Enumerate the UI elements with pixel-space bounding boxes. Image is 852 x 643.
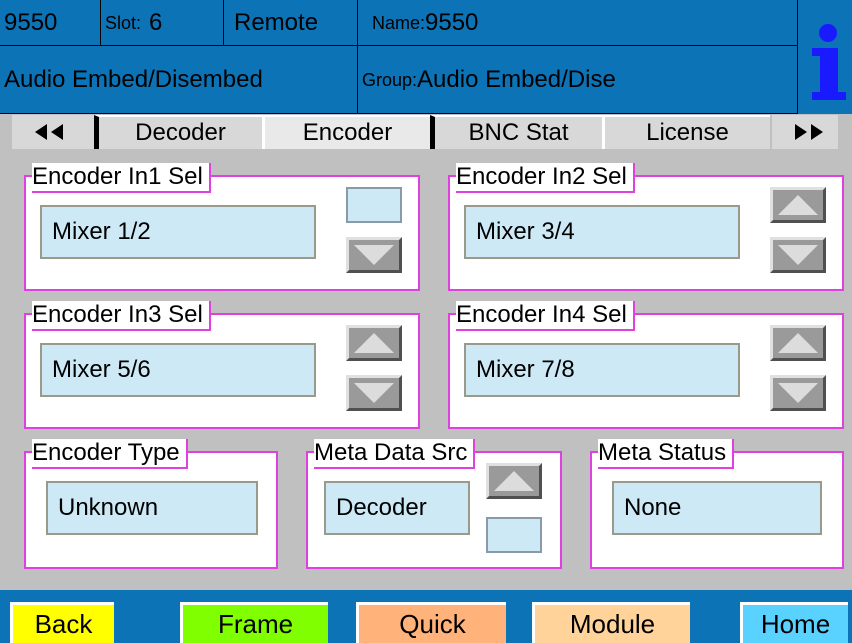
down-triangle-icon (354, 383, 394, 403)
up-triangle-icon (494, 471, 534, 491)
encoder-in4-label: Encoder In4 Sel (456, 301, 635, 331)
encoder-in2-label: Encoder In2 Sel (456, 163, 635, 193)
model-cell: 9550 (0, 0, 101, 46)
device-screen: 9550 Slot: 6 Remote Name: 9550 Audio Emb… (0, 0, 852, 643)
name-value: 9550 (425, 8, 479, 36)
down-triangle-icon (354, 245, 394, 265)
encoder-in3-up-button[interactable] (346, 325, 402, 361)
meta-status-panel: Meta Status None (590, 439, 844, 569)
frame-button-label: Frame (217, 608, 294, 639)
encoder-in3-label: Encoder In3 Sel (32, 301, 211, 331)
encoder-in1-label: Encoder In1 Sel (32, 163, 211, 193)
encoder-in1-panel: Encoder In1 Sel Mixer 1/2 (24, 163, 420, 291)
encoder-type-value: Unknown (46, 481, 258, 535)
double-right-arrow-icon (795, 124, 823, 140)
model-label: 9550 (4, 8, 58, 36)
group-value: Audio Embed/Dise (417, 65, 616, 93)
group-label: Group: (362, 69, 418, 90)
tab-prev-button[interactable] (12, 115, 94, 149)
slot-cell: Slot: 6 (101, 0, 224, 46)
tab-bnc-stat[interactable]: BNC Stat (430, 115, 602, 149)
group-cell: Group: Audio Embed/Dise (358, 46, 798, 114)
encoder-in3-panel: Encoder In3 Sel Mixer 5/6 (24, 301, 420, 429)
tab-decoder[interactable]: Decoder (94, 115, 262, 149)
down-triangle-icon (778, 383, 818, 403)
mode-cell: Remote (224, 0, 358, 46)
encoder-in2-panel: Encoder In2 Sel Mixer 3/4 (448, 163, 844, 291)
up-triangle-icon (778, 333, 818, 353)
slot-label: Slot: (105, 12, 142, 33)
meta-status-value: None (612, 481, 822, 535)
encoder-in1-up-button-blank[interactable] (346, 187, 402, 223)
meta-data-src-panel: Meta Data Src Decoder (306, 439, 562, 569)
name-cell: Name: 9550 (358, 0, 798, 46)
encoder-in4-panel: Encoder In4 Sel Mixer 7/8 (448, 301, 844, 429)
frame-button[interactable]: Frame (180, 602, 328, 643)
encoder-in4-down-button[interactable] (770, 375, 826, 411)
quick-button[interactable]: Quick (356, 602, 506, 643)
tab-bar: Decoder Encoder BNC Stat License (0, 115, 852, 155)
meta-data-src-label: Meta Data Src (314, 439, 476, 469)
encoder-in1-down-button[interactable] (346, 237, 402, 273)
encoder-in1-value[interactable]: Mixer 1/2 (40, 205, 316, 259)
home-button[interactable]: Home (740, 602, 848, 643)
tab-next-button[interactable] (772, 115, 838, 149)
back-button-label: Back (34, 608, 93, 639)
encoder-in2-value[interactable]: Mixer 3/4 (464, 205, 740, 259)
meta-data-src-down-button-blank[interactable] (486, 517, 542, 553)
info-button[interactable] (798, 0, 852, 114)
module-button-label: Module (569, 608, 656, 639)
tab-license-label: License (646, 119, 729, 146)
encoder-in4-value[interactable]: Mixer 7/8 (464, 343, 740, 397)
up-triangle-icon (778, 195, 818, 215)
encoder-type-panel: Encoder Type Unknown (24, 439, 278, 569)
info-icon (812, 24, 846, 100)
tab-encoder-label: Encoder (302, 119, 393, 146)
encoder-in4-up-button[interactable] (770, 325, 826, 361)
back-button[interactable]: Back (10, 602, 114, 643)
encoder-in3-value[interactable]: Mixer 5/6 (40, 343, 316, 397)
quick-button-label: Quick (399, 608, 466, 639)
double-left-arrow-icon (35, 124, 63, 140)
name-label: Name: (372, 12, 426, 33)
encoder-in3-down-button[interactable] (346, 375, 402, 411)
tab-license[interactable]: License (602, 115, 770, 149)
encoder-in2-up-button[interactable] (770, 187, 826, 223)
tab-encoder[interactable]: Encoder (262, 115, 430, 149)
meta-data-src-value[interactable]: Decoder (324, 481, 470, 535)
meta-status-label: Meta Status (598, 439, 735, 469)
meta-data-src-up-button[interactable] (486, 463, 542, 499)
mode-label: Remote (234, 8, 319, 36)
up-triangle-icon (354, 333, 394, 353)
module-button[interactable]: Module (532, 602, 690, 643)
tab-decoder-label: Decoder (135, 119, 226, 146)
encoder-type-label: Encoder Type (32, 439, 188, 469)
home-button-label: Home (760, 608, 831, 639)
slot-value: 6 (149, 8, 163, 36)
down-triangle-icon (778, 245, 818, 265)
tab-bnc-stat-label: BNC Stat (468, 119, 569, 146)
module-title-cell: Audio Embed/Disembed (0, 46, 358, 114)
encoder-in2-down-button[interactable] (770, 237, 826, 273)
module-title: Audio Embed/Disembed (4, 65, 263, 93)
